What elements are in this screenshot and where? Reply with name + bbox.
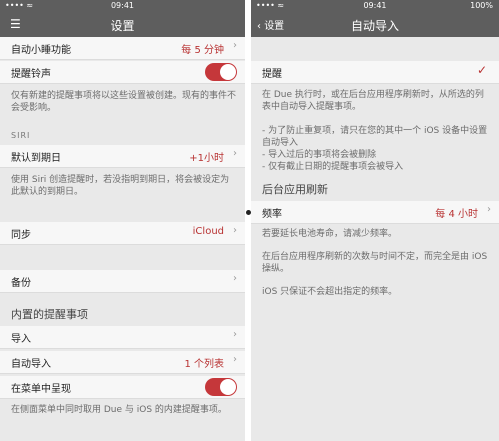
import-rules-note: - 为了防止重复项，请只在您的其中一个 iOS 设备中设置自动导入 - 导入过后… — [262, 126, 488, 172]
reminders-list-row[interactable]: 提醒 ✓ — [251, 61, 499, 84]
reminder-tone-toggle[interactable] — [205, 63, 237, 81]
frequency-guarantee-note: iOS 只保证不会超出指定的频率。 — [262, 287, 398, 297]
siri-section-header: SIRI — [11, 131, 31, 140]
chevron-right-icon: › — [233, 40, 237, 51]
bg-refresh-header: 后台应用刷新 — [262, 183, 328, 196]
row-label: 自动小睡功能 — [11, 45, 71, 56]
status-time: 09:41 — [363, 1, 387, 10]
row-value: +1小时 — [189, 153, 224, 164]
default-date-row[interactable]: 默认到期日 +1小时 › — [0, 145, 245, 168]
row-value: 1 个列表 — [184, 359, 224, 370]
chevron-right-icon: › — [233, 329, 237, 340]
row-value: 每 5 分钟 — [181, 45, 224, 56]
row-label: 提醒铃声 — [11, 69, 51, 80]
toggle-knob — [220, 379, 236, 395]
settings-screen: •••• ≈ 09:41 ☰ 设置 自动小睡功能 每 5 分钟 › 提醒铃声 仅… — [0, 0, 245, 441]
toggle-knob — [220, 64, 236, 80]
frequency-row[interactable]: 频率 每 4 小时 › — [251, 201, 499, 224]
page-title: 自动导入 — [350, 19, 399, 33]
row-value: iCloud — [192, 226, 224, 237]
show-in-menu-row: 在菜单中呈现 — [0, 376, 245, 399]
auto-import-note: 在 Due 执行时，或在后台应用程序刷新时，从所选的列表中自动导入提醒事项。 — [262, 90, 484, 112]
chevron-right-icon: › — [233, 148, 237, 159]
nav-bar: ‹ 设置 自动导入 — [251, 12, 499, 37]
page-title: 设置 — [110, 19, 135, 33]
auto-import-screen: •••• ≈ 09:41 100% ‹ 设置 自动导入 提醒 ✓ 在 Due 执… — [251, 0, 499, 441]
row-label: 导入 — [11, 334, 31, 345]
row-label: 频率 — [262, 209, 282, 220]
auto-import-row[interactable]: 自动导入 1 个列表 › — [0, 351, 245, 374]
row-value: 每 4 小时 — [435, 209, 478, 220]
row-label: 自动导入 — [11, 359, 51, 370]
row-label: 备份 — [11, 278, 31, 289]
sync-row[interactable]: 同步 iCloud › — [0, 222, 245, 245]
status-bar: •••• ≈ 09:41 — [0, 0, 245, 12]
backup-row[interactable]: 备份 › — [0, 270, 245, 293]
screenshot-pair: •••• ≈ 09:41 ☰ 设置 自动小睡功能 每 5 分钟 › 提醒铃声 仅… — [0, 0, 499, 441]
status-time: 09:41 — [110, 1, 135, 10]
reminder-tone-row: 提醒铃声 — [0, 61, 245, 84]
chevron-right-icon: › — [233, 273, 237, 284]
import-row[interactable]: 导入 › — [0, 326, 245, 349]
row-label: 同步 — [11, 230, 31, 241]
battery-indicator: 100% — [470, 1, 493, 10]
chevron-right-icon: › — [233, 354, 237, 365]
siri-note: 使用 Siri 创造提醒时，若没指明到期日，将会被设定为此默认的到期日。 — [11, 175, 230, 197]
show-in-menu-toggle[interactable] — [205, 378, 237, 396]
refresh-timing-note: 在后台应用程序刷新的次数与时间不定，而完全是由 iOS 操纵。 — [262, 252, 488, 274]
status-bar: •••• ≈ 09:41 100% — [251, 0, 499, 12]
battery-note: 若要延长电池寿命，请减少频率。 — [262, 229, 398, 239]
tone-note: 仅有新建的提醒事项将以这些设置被创建。现有的事件不会受影响。 — [11, 91, 237, 113]
menu-note: 在侧面菜单中同时取用 Due 与 iOS 的内建提醒事项。 — [11, 405, 227, 415]
chevron-right-icon: › — [487, 204, 491, 215]
row-label: 在菜单中呈现 — [11, 384, 71, 395]
checkmark-icon: ✓ — [476, 63, 487, 77]
nav-bar: ☰ 设置 — [0, 12, 245, 37]
row-label: 默认到期日 — [11, 153, 61, 164]
builtin-section-header: 内置的提醒事项 — [11, 308, 88, 321]
auto-snooze-row[interactable]: 自动小睡功能 每 5 分钟 › — [0, 37, 245, 60]
row-label: 提醒 — [262, 69, 282, 80]
chevron-right-icon: › — [233, 225, 237, 236]
